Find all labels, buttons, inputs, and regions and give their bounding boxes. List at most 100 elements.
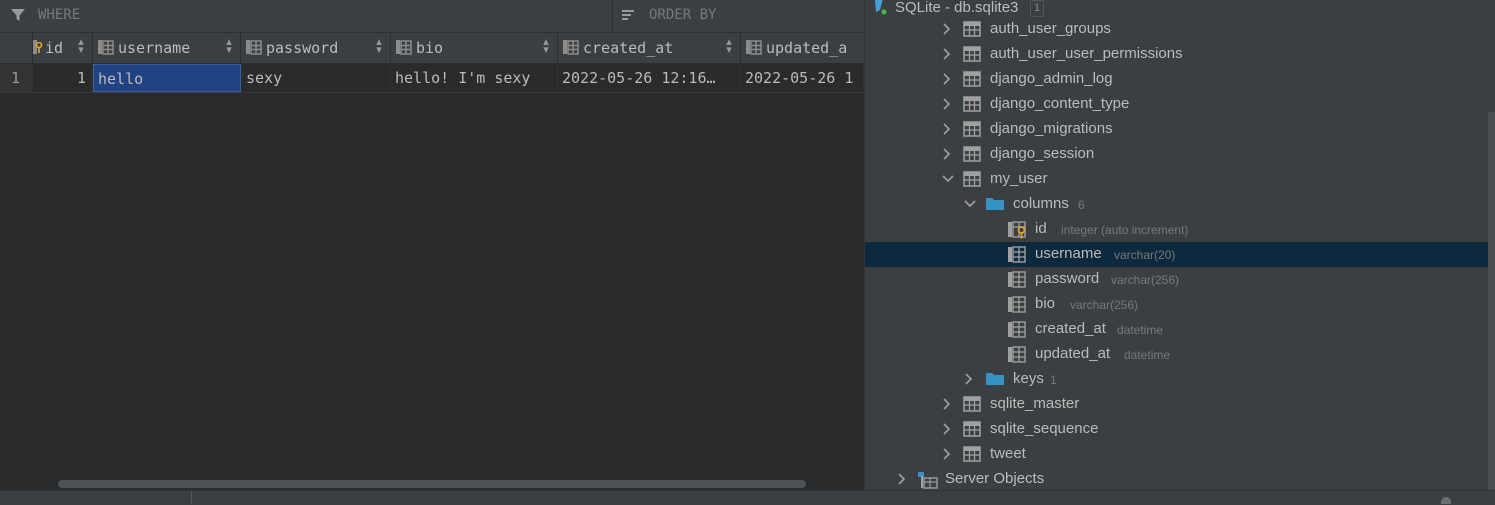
column-icon <box>1008 296 1028 318</box>
gear-icon[interactable] <box>1441 497 1451 504</box>
table-label: tweet <box>990 445 1026 462</box>
column-icon <box>1008 271 1028 293</box>
column-name: created_at <box>1035 320 1106 337</box>
column-header-username[interactable]: username ▴ ▾ <box>93 33 241 63</box>
column-icon <box>396 40 412 60</box>
column-type: varchar(20) <box>1114 248 1176 262</box>
bottom-status-bar <box>0 490 1495 505</box>
table-icon <box>963 71 981 91</box>
sort-icon[interactable] <box>620 6 638 28</box>
tree-item-table[interactable]: auth_user_user_permissions <box>865 42 1495 67</box>
column-name: id <box>1035 220 1047 237</box>
column-header-id[interactable]: id ▴ ▾ <box>33 33 93 63</box>
cell-id[interactable]: 1 <box>33 64 93 92</box>
column-icon <box>1008 346 1028 368</box>
folder-label: columns <box>1013 195 1069 212</box>
horizontal-scrollbar-thumb[interactable] <box>58 480 806 488</box>
sort-toggle-icon[interactable]: ▴ ▾ <box>77 37 85 56</box>
table-label: auth_user_user_permissions <box>990 45 1183 62</box>
table-icon <box>963 21 981 41</box>
cell-bio[interactable]: hello! I'm sexy <box>391 64 558 92</box>
column-name: updated_at <box>1035 345 1111 362</box>
table-label: django_admin_log <box>990 70 1113 87</box>
vertical-scrollbar-thumb[interactable] <box>1488 112 1495 490</box>
column-header-bio[interactable]: bio ▴ ▾ <box>391 33 558 63</box>
tree-item-column[interactable]: bio varchar(256) <box>865 292 1495 317</box>
chevron-right-icon[interactable] <box>963 372 975 386</box>
chevron-down-icon[interactable] <box>963 197 976 211</box>
tree-item-table[interactable]: tweet <box>865 442 1495 467</box>
cell-username[interactable]: hello <box>93 64 241 92</box>
table-icon <box>963 146 981 166</box>
sort-toggle-icon[interactable]: ▴ ▾ <box>542 37 550 56</box>
column-icon <box>1008 321 1028 343</box>
tree-item-my-user[interactable]: my_user <box>865 167 1495 192</box>
column-name: bio <box>1035 295 1056 312</box>
chevron-right-icon[interactable] <box>941 147 953 161</box>
table-icon <box>963 396 981 416</box>
tree-item-table[interactable]: auth_user_groups <box>865 17 1495 42</box>
row-number: 1 <box>0 64 33 92</box>
datasource-label: SQLite - db.sqlite3 <box>895 0 1019 16</box>
folder-icon <box>986 196 1004 215</box>
column-label: updated_a <box>766 39 848 57</box>
column-type: varchar(256) <box>1111 273 1180 287</box>
server-objects-label: Server Objects <box>945 470 1045 487</box>
where-input[interactable]: WHERE <box>38 7 80 23</box>
chevron-right-icon[interactable] <box>896 472 908 486</box>
tree-item-table[interactable]: sqlite_sequence <box>865 417 1495 442</box>
sort-toggle-icon[interactable]: ▴ ▾ <box>375 37 383 56</box>
folder-label: keys <box>1013 370 1044 387</box>
chevron-right-icon[interactable] <box>941 447 953 461</box>
chevron-right-icon[interactable] <box>941 122 953 136</box>
column-label: username <box>118 39 191 57</box>
cell-password[interactable]: sexy <box>241 64 391 92</box>
column-header-updated-at[interactable]: updated_a <box>741 33 864 63</box>
chevron-right-icon[interactable] <box>941 422 953 436</box>
tree-item-column-selected[interactable]: username varchar(20) <box>865 242 1495 267</box>
tree-item-columns-folder[interactable]: columns 6 <box>865 192 1495 217</box>
table-icon <box>963 121 981 141</box>
tree-item-column[interactable]: created_at datetime <box>865 317 1495 342</box>
order-by-input[interactable]: ORDER BY <box>649 7 716 23</box>
tree-item-column[interactable]: id integer (auto increment) <box>865 217 1495 242</box>
tree-item-column[interactable]: password varchar(256) <box>865 267 1495 292</box>
table-label: sqlite_sequence <box>990 420 1099 437</box>
table-label: my_user <box>990 170 1048 187</box>
tree-item-table[interactable]: django_admin_log <box>865 67 1495 92</box>
table-icon <box>963 96 981 116</box>
filter-icon[interactable] <box>9 6 27 28</box>
column-type: integer (auto increment) <box>1061 223 1189 237</box>
tree-item-table[interactable]: django_content_type <box>865 92 1495 117</box>
chevron-right-icon[interactable] <box>941 97 953 111</box>
chevron-right-icon[interactable] <box>941 47 953 61</box>
column-header-row: id ▴▾ username ▴▾ password ▴▾ bio ▴▾ <box>0 33 864 64</box>
table-row[interactable]: 1 1 hello sexy hello! I'm sexy 2022-05-2… <box>0 64 864 93</box>
sort-toggle-icon[interactable]: ▴ ▾ <box>225 37 233 56</box>
tree-item-server-objects[interactable]: Server Objects <box>865 467 1495 492</box>
folder-count: 6 <box>1078 198 1085 212</box>
primary-key-column-icon <box>33 40 43 60</box>
cell-updated-at[interactable]: 2022-05-26 1 <box>741 64 864 92</box>
chevron-right-icon[interactable] <box>941 22 953 36</box>
column-header-created-at[interactable]: created_at ▴ ▾ <box>558 33 741 63</box>
table-label: sqlite_master <box>990 395 1080 412</box>
tree-item-table[interactable]: django_migrations <box>865 117 1495 142</box>
column-header-password[interactable]: password ▴ ▾ <box>241 33 391 63</box>
data-editor: WHERE ORDER BY id ▴ ▾ username ▴ ▾ passw… <box>0 0 864 504</box>
tree-item-column[interactable]: updated_at datetime <box>865 342 1495 367</box>
table-icon <box>963 46 981 66</box>
chevron-down-icon[interactable] <box>941 172 954 186</box>
column-label: password <box>266 39 339 57</box>
cell-created-at[interactable]: 2022-05-26 12:16… <box>558 64 741 92</box>
chevron-right-icon[interactable] <box>941 72 953 86</box>
row-number-header <box>0 33 33 63</box>
tree-item-table[interactable]: django_session <box>865 142 1495 167</box>
tree-item-table[interactable]: sqlite_master <box>865 392 1495 417</box>
table-label: django_content_type <box>990 95 1130 112</box>
column-type: datetime <box>1124 348 1171 362</box>
sort-toggle-icon[interactable]: ▴ ▾ <box>725 37 733 56</box>
chevron-right-icon[interactable] <box>941 397 953 411</box>
tree-item-keys-folder[interactable]: keys 1 <box>865 367 1495 392</box>
column-type: varchar(256) <box>1070 298 1139 312</box>
